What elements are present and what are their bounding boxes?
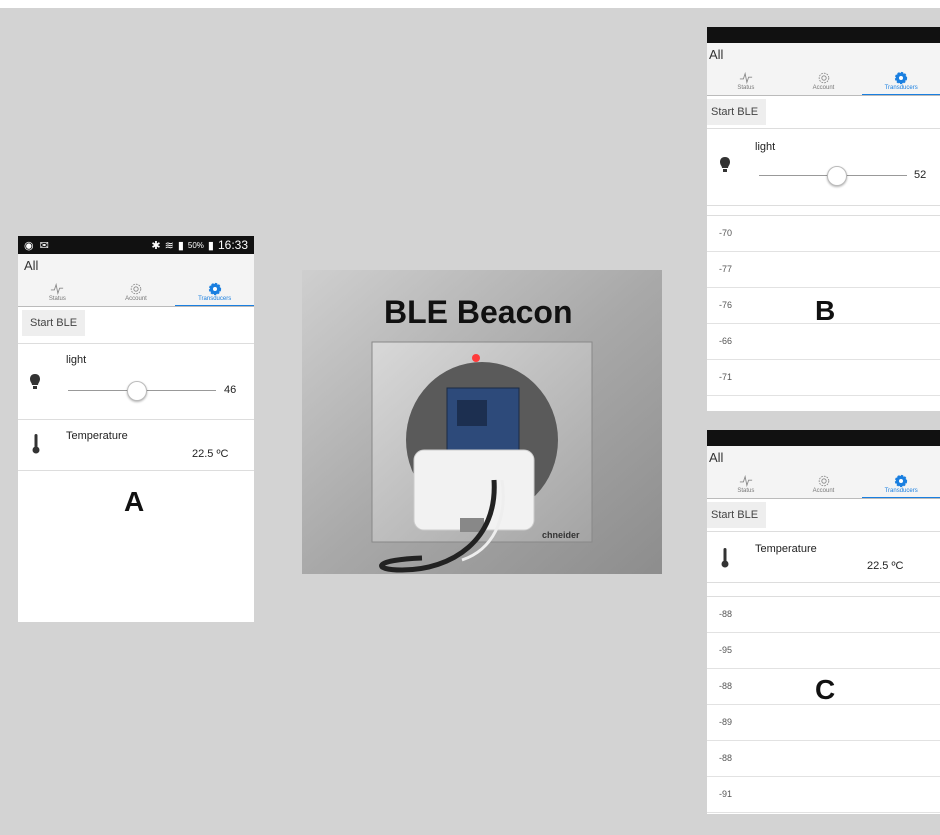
start-ble-button[interactable]: Start BLE — [707, 99, 767, 125]
tab-label: Transducers — [884, 487, 918, 494]
temperature-sensor-row: Temperature 22.5 ºC — [707, 532, 940, 583]
sensor-name: Temperature — [66, 430, 128, 442]
rssi-row: -77 — [707, 252, 940, 288]
sensor-name: light — [755, 141, 776, 153]
tab-status[interactable]: Status — [18, 278, 97, 306]
app-title: All — [18, 254, 254, 278]
pulse-icon — [739, 474, 752, 488]
label-c: C — [815, 674, 836, 705]
tab-label: Status — [48, 296, 66, 302]
light-slider-thumb[interactable] — [826, 166, 847, 186]
top-strip — [0, 0, 940, 8]
phone-screen-c: All Status Account Transducers Start BLE… — [707, 430, 940, 814]
tab-label: Status — [737, 85, 755, 91]
pulse-icon — [739, 71, 752, 85]
tab-account[interactable]: Account — [785, 67, 863, 95]
tab-bar: Status Account Transducers — [707, 67, 940, 96]
label-a: A — [124, 486, 145, 517]
temperature-value: 22.5 ºC — [867, 560, 904, 572]
tab-status[interactable]: Status — [707, 67, 785, 95]
temperature-value: 22.5 ºC — [192, 448, 229, 460]
bluetooth-icon: ✱ — [151, 239, 161, 252]
lightbulb-icon — [720, 157, 730, 178]
light-value: 46 — [224, 384, 237, 396]
gear-outline-icon — [818, 475, 829, 487]
battery-percent: 50% — [187, 240, 204, 250]
tab-account[interactable]: Account — [785, 470, 863, 498]
pulse-icon — [51, 282, 64, 296]
status-bar — [707, 430, 940, 446]
gear-outline-icon — [818, 72, 829, 84]
mail-icon: ✉ — [39, 239, 49, 252]
beacon-photo: chneider BLE Beacon — [302, 270, 662, 574]
thermometer-icon — [32, 434, 40, 459]
tab-account[interactable]: Account — [97, 278, 176, 306]
sensor-name: Temperature — [755, 543, 817, 555]
light-slider-thumb[interactable] — [127, 381, 148, 401]
tab-label: Transducers — [884, 84, 918, 91]
tab-bar: Status Account Transducers — [707, 470, 940, 499]
light-value: 52 — [914, 169, 927, 181]
rssi-row: -71 — [707, 360, 940, 396]
rssi-row: -88 — [707, 597, 940, 633]
phone-screen-a: ◉ ✉ ✱ ≋ ▮ 50% ▮ 16:33 All Status Account… — [18, 236, 254, 622]
rssi-row: -66 — [707, 324, 940, 360]
tab-label: Status — [737, 488, 755, 494]
gear-filled-icon — [208, 282, 221, 295]
start-ble-button[interactable]: Start BLE — [22, 310, 86, 336]
start-ble-button[interactable]: Start BLE — [707, 502, 767, 528]
signal-icon: ▮ — [177, 239, 184, 252]
gear-outline-icon — [130, 283, 142, 295]
gear-filled-icon — [895, 474, 908, 487]
tab-transducers[interactable]: Transducers — [175, 278, 254, 306]
rssi-row: -70 — [707, 216, 940, 252]
tab-transducers[interactable]: Transducers — [862, 470, 940, 498]
svg-text:chneider: chneider — [542, 530, 580, 540]
tab-label: Account — [125, 296, 147, 302]
phone-screen-b: All Status Account Transducers Start BLE… — [707, 27, 940, 411]
gear-filled-icon — [895, 71, 908, 84]
tab-label: Account — [812, 85, 835, 91]
light-sensor-row: light 52 — [707, 129, 940, 206]
rssi-row: -95 — [707, 633, 940, 669]
tab-label: Account — [812, 488, 835, 494]
rssi-row: -89 — [707, 705, 940, 741]
wifi-icon: ≋ — [164, 239, 174, 252]
eye-icon: ◉ — [24, 239, 34, 252]
rssi-row: -91 — [707, 777, 940, 813]
tab-status[interactable]: Status — [707, 470, 785, 498]
app-title: All — [707, 43, 940, 67]
rssi-row: -88 — [707, 741, 940, 777]
lightbulb-icon — [30, 374, 40, 395]
thermometer-icon — [721, 548, 729, 573]
beacon-label: BLE Beacon — [384, 294, 573, 330]
battery-icon: ▮ — [207, 239, 214, 252]
sensor-name: light — [66, 354, 87, 366]
temperature-sensor-row: Temperature 22.5 ºC — [18, 420, 254, 471]
light-sensor-row: light 46 — [18, 344, 254, 420]
app-title: All — [707, 446, 940, 470]
status-bar: ◉ ✉ ✱ ≋ ▮ 50% ▮ 16:33 — [18, 236, 254, 254]
tab-bar: Status Account Transducers — [18, 278, 254, 307]
tab-label: Transducers — [198, 295, 232, 302]
label-b: B — [815, 295, 836, 326]
status-bar — [707, 27, 940, 43]
tab-transducers[interactable]: Transducers — [862, 67, 940, 95]
clock: 16:33 — [217, 238, 248, 252]
